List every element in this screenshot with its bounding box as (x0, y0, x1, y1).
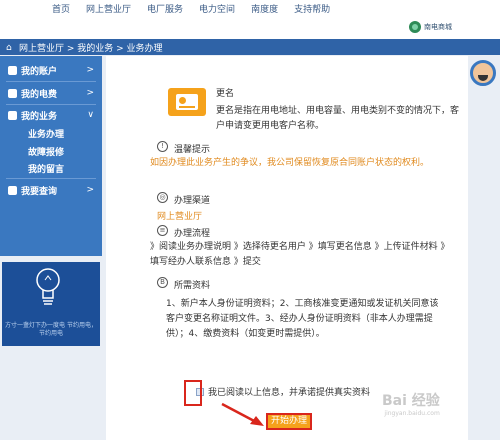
sidebar-item-label: 我要查询 (21, 186, 58, 197)
docs-label: 所需资料 (174, 281, 211, 291)
highlight-box (184, 380, 202, 406)
watermark: Bai 经验 jingyan.baidu.com (382, 390, 440, 417)
brand[interactable]: 南电商城 (409, 21, 452, 33)
sidebar-item-label: 我的电费 (21, 89, 58, 100)
nav-home[interactable]: 首页 (44, 2, 78, 15)
customer-service-icon[interactable] (470, 60, 496, 86)
agree-row: 我已阅读以上信息，并承诺提供真实资料 (196, 385, 370, 398)
bill-icon (8, 88, 17, 98)
id-card-icon (168, 88, 206, 116)
start-button[interactable]: 开始办理 (266, 413, 312, 430)
sidebar-item-my-bill[interactable]: 我的电费 > (0, 83, 102, 103)
top-menu: 首页 网上营业厅 电厂服务 电力空间 南度度 支持帮助 (44, 2, 338, 15)
nav-online-hall[interactable]: 网上营业厅 (78, 2, 139, 15)
chevron-right-icon: > (86, 88, 94, 98)
nav-power-service[interactable]: 电厂服务 (139, 2, 191, 15)
tips-text: 如因办理此业务产生的争议，我公司保留恢复原合同账户状态的权利。 (150, 158, 430, 168)
sidebar-item-label: 我的账户 (21, 66, 58, 77)
brand-name: 南电商城 (424, 23, 452, 31)
info-icon: ! (157, 141, 168, 152)
top-navigation: 首页 网上营业厅 电厂服务 电力空间 南度度 支持帮助 (0, 0, 500, 17)
flow-label: 办理流程 (174, 229, 211, 239)
nav-support[interactable]: 支持帮助 (286, 2, 338, 15)
account-icon (8, 65, 17, 75)
promo-text: 方寸一盏灯下办一度电 节约用电，节约用电 (5, 322, 97, 337)
chevron-down-icon: ∨ (87, 110, 94, 120)
watermark-text: Bai 经验 (382, 393, 440, 409)
nav-power-space[interactable]: 电力空间 (191, 2, 243, 15)
channel-label: 办理渠道 (174, 196, 211, 206)
breadcrumb: ⌂ 网上营业厅 > 我的业务 > 业务办理 (6, 41, 163, 55)
watermark-sub: jingyan.baidu.com (384, 410, 440, 417)
breadcrumb-text: 网上营业厅 > 我的业务 > 业务办理 (19, 44, 163, 54)
documents-icon: B (157, 277, 168, 288)
query-icon (8, 185, 17, 195)
flow-steps: 》阅读业务办理说明 》选择待更名用户 》填写更名信息 》上传证件材料 》填写经办… (150, 242, 445, 267)
sidebar-subitem-fault-report[interactable]: 故障报修 (28, 145, 64, 158)
chevron-right-icon: > (86, 185, 94, 195)
channel-link[interactable]: 网上营业厅 (157, 209, 202, 222)
lightbulb-icon (36, 268, 60, 305)
home-icon[interactable]: ⌂ (6, 43, 16, 53)
sidebar-item-query[interactable]: 我要查询 > (0, 180, 102, 200)
location-icon: ◎ (157, 192, 168, 203)
chevron-right-icon: > (86, 65, 94, 75)
sidebar-item-my-account[interactable]: 我的账户 > (0, 60, 102, 80)
sidebar-divider (6, 178, 96, 179)
sidebar-item-my-business[interactable]: 我的业务 ∨ (0, 105, 102, 125)
service-title: 更名 (216, 89, 235, 99)
sidebar-subitem-business-handling[interactable]: 业务办理 (28, 127, 64, 140)
sidebar-item-label: 我的业务 (21, 111, 58, 122)
tips-label: 温馨提示 (174, 145, 211, 155)
flow-icon: ≡ (157, 225, 168, 236)
nav-nandudu[interactable]: 南度度 (243, 2, 286, 15)
sidebar-subitem-my-messages[interactable]: 我的留言 (28, 162, 64, 175)
brand-logo-icon (409, 21, 421, 33)
service-description: 更名是指在用电地址、用电容量、用电类别不变的情况下，客户申请变更用电客户名称。 (216, 106, 460, 131)
agree-text: 我已阅读以上信息，并承诺提供真实资料 (208, 388, 371, 398)
docs-text: 1、新户本人身份证明资料；2、工商核准变更通知或发证机关同意该客户变更名称证明文… (166, 299, 439, 339)
business-icon (8, 110, 17, 120)
sidebar-divider (6, 81, 96, 82)
